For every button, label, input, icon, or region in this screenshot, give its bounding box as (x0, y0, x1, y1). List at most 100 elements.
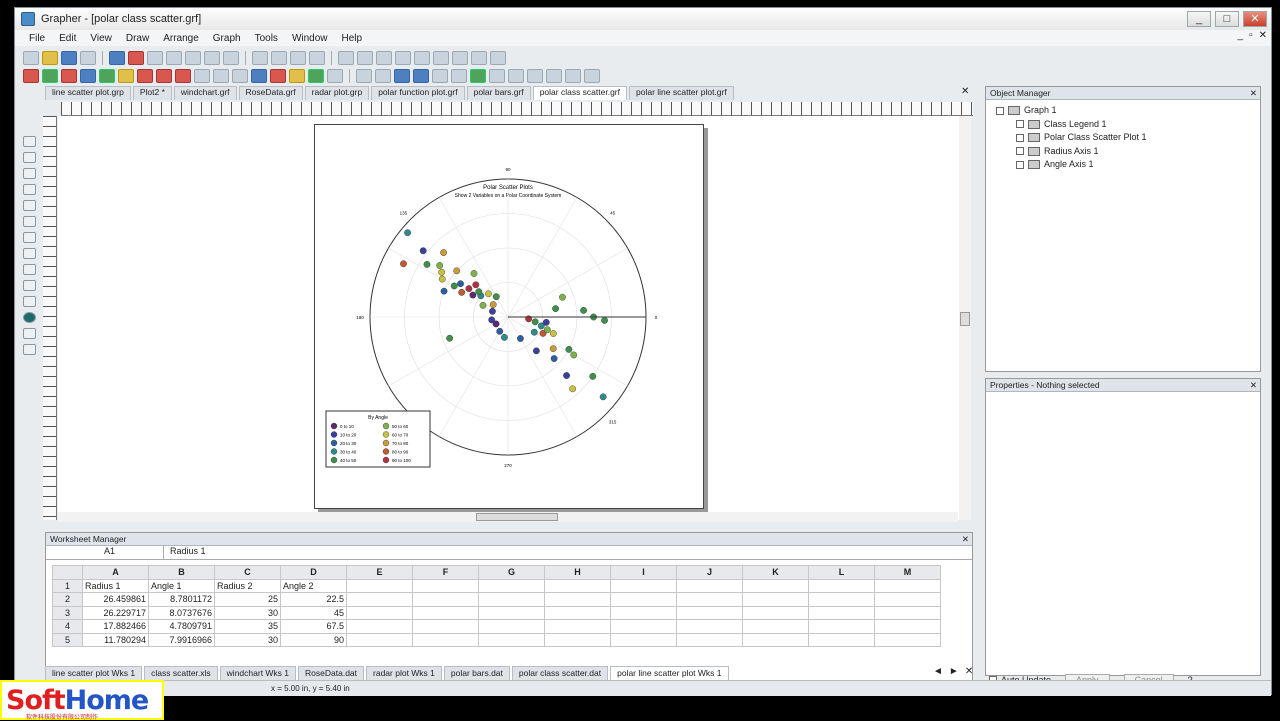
paste-icon[interactable] (185, 51, 201, 65)
column-header[interactable]: L (808, 565, 875, 580)
histogram-icon[interactable] (194, 69, 210, 83)
worksheet-cell[interactable]: 30 (214, 605, 281, 620)
symbol-tool-icon[interactable] (22, 200, 36, 211)
plot-canvas[interactable]: Polar Scatter Plots Show 2 Variables on … (58, 116, 971, 520)
worksheet-cell[interactable] (742, 605, 809, 620)
title-icon[interactable] (489, 69, 505, 83)
worksheet-cell[interactable]: 30 (214, 632, 281, 647)
worksheet-cell[interactable] (808, 578, 875, 593)
worksheet-cell[interactable] (412, 605, 479, 620)
worksheet-cell[interactable] (676, 578, 743, 593)
doc-tab[interactable]: polar line scatter plot.grf (629, 86, 734, 100)
worksheet-cell[interactable] (346, 578, 413, 593)
worksheet-cell[interactable]: 8.7801172 (148, 592, 215, 607)
worksheet-cell[interactable]: 26.459861 (82, 592, 149, 607)
rounded-rect-tool-icon[interactable] (22, 232, 36, 243)
worksheet-cell[interactable] (874, 578, 941, 593)
object-tree-item[interactable]: Polar Class Scatter Plot 1 (996, 131, 1260, 145)
worksheet-cell[interactable]: 25 (214, 592, 281, 607)
link-icon[interactable] (290, 51, 306, 65)
redo-icon[interactable] (223, 51, 239, 65)
worksheet-cell[interactable]: Radius 2 (214, 578, 281, 593)
polygon-icon[interactable] (584, 69, 600, 83)
menu-arrange[interactable]: Arrange (157, 33, 205, 44)
axis-label-icon[interactable] (375, 69, 391, 83)
select-tool-icon[interactable] (22, 136, 36, 147)
visibility-checkbox[interactable] (996, 106, 1004, 115)
pan-icon[interactable] (490, 51, 506, 65)
row-header[interactable]: 1 (52, 578, 83, 593)
rect-icon[interactable] (546, 69, 562, 83)
wind-chart-icon[interactable] (156, 69, 172, 83)
reshape-tool-icon[interactable] (22, 296, 36, 307)
visibility-checkbox[interactable] (1016, 133, 1024, 142)
worksheet-cell[interactable]: 4.7809791 (148, 619, 215, 634)
redraw-icon[interactable] (471, 51, 487, 65)
worksheet-cell[interactable] (412, 592, 479, 607)
close-doc-icon[interactable]: ✕ (961, 86, 969, 97)
worksheet-cell[interactable] (346, 619, 413, 634)
worksheet-cell[interactable] (676, 632, 743, 647)
worksheet-cell[interactable] (544, 605, 611, 620)
column-header[interactable]: D (280, 565, 347, 580)
break-icon[interactable] (470, 69, 486, 83)
ellipse-tool-icon[interactable] (22, 248, 36, 259)
worksheet-cell[interactable] (544, 619, 611, 634)
text-tool-icon[interactable] (22, 152, 36, 163)
row-header[interactable]: 5 (52, 632, 83, 647)
worksheet-cell[interactable] (610, 592, 677, 607)
line-tool-icon[interactable] (22, 280, 36, 291)
title-bar[interactable]: Grapher - [polar class scatter.grf] _ □ … (15, 8, 1271, 30)
row-header[interactable]: 3 (52, 605, 83, 620)
add-plot-icon[interactable] (270, 69, 286, 83)
worksheet-cell[interactable]: 11.780294 (82, 632, 149, 647)
object-tree-item[interactable]: Angle Axis 1 (996, 158, 1260, 172)
column-header[interactable]: H (544, 565, 611, 580)
rose-plot-icon[interactable] (137, 69, 153, 83)
worksheet-icon[interactable] (109, 51, 125, 65)
maximize-button[interactable]: □ (1215, 11, 1239, 27)
worksheet-cell[interactable] (676, 592, 743, 607)
mdi-restore-button[interactable]: ▫ (1249, 30, 1253, 41)
object-tree-item[interactable]: Radius Axis 1 (996, 145, 1260, 159)
worksheet-cell[interactable] (874, 605, 941, 620)
close-icon[interactable]: ✕ (1250, 87, 1257, 100)
mdi-minimize-button[interactable]: _ (1238, 30, 1244, 41)
select-icon[interactable] (252, 51, 268, 65)
menu-file[interactable]: File (23, 33, 51, 44)
doc-tab[interactable]: Plot2 * (132, 86, 172, 100)
unlink-icon[interactable] (309, 51, 325, 65)
worksheet-cell[interactable] (676, 619, 743, 634)
cell-value-field[interactable]: Radius 1 (164, 546, 206, 559)
legend-icon[interactable] (289, 69, 305, 83)
grid-icon[interactable] (451, 69, 467, 83)
print-icon[interactable] (80, 51, 96, 65)
visibility-checkbox[interactable] (1016, 160, 1024, 169)
cut-icon[interactable] (147, 51, 163, 65)
worksheet-cell[interactable] (808, 605, 875, 620)
open-icon[interactable] (42, 51, 58, 65)
worksheet-cell[interactable]: Angle 2 (280, 578, 347, 593)
worksheet-cell[interactable] (742, 592, 809, 607)
worksheet-cell[interactable] (478, 619, 545, 634)
vscroll-thumb[interactable] (960, 312, 970, 326)
worksheet-cell[interactable]: 67.5 (280, 619, 347, 634)
worksheet-cell[interactable] (544, 592, 611, 607)
worksheet-cell[interactable] (808, 592, 875, 607)
column-header[interactable]: G (478, 565, 545, 580)
menu-tools[interactable]: Tools (249, 33, 284, 44)
tab-next-icon[interactable]: ► (949, 666, 959, 677)
visibility-checkbox[interactable] (1016, 147, 1024, 156)
zoom-percent-icon[interactable] (395, 51, 411, 65)
bar-chart-icon[interactable] (61, 69, 77, 83)
scatter-plot-icon[interactable] (42, 69, 58, 83)
contour-icon[interactable] (232, 69, 248, 83)
object-tree-item[interactable]: Graph 1 (996, 104, 1260, 118)
radar-plot-icon[interactable] (175, 69, 191, 83)
worksheet-cell[interactable] (478, 592, 545, 607)
hscroll-thumb[interactable] (476, 513, 558, 521)
worksheet-cell[interactable] (742, 578, 809, 593)
canvas-vertical-scrollbar[interactable] (959, 116, 971, 520)
cell-reference[interactable]: A1 (46, 546, 164, 559)
worksheet-cell[interactable] (808, 632, 875, 647)
